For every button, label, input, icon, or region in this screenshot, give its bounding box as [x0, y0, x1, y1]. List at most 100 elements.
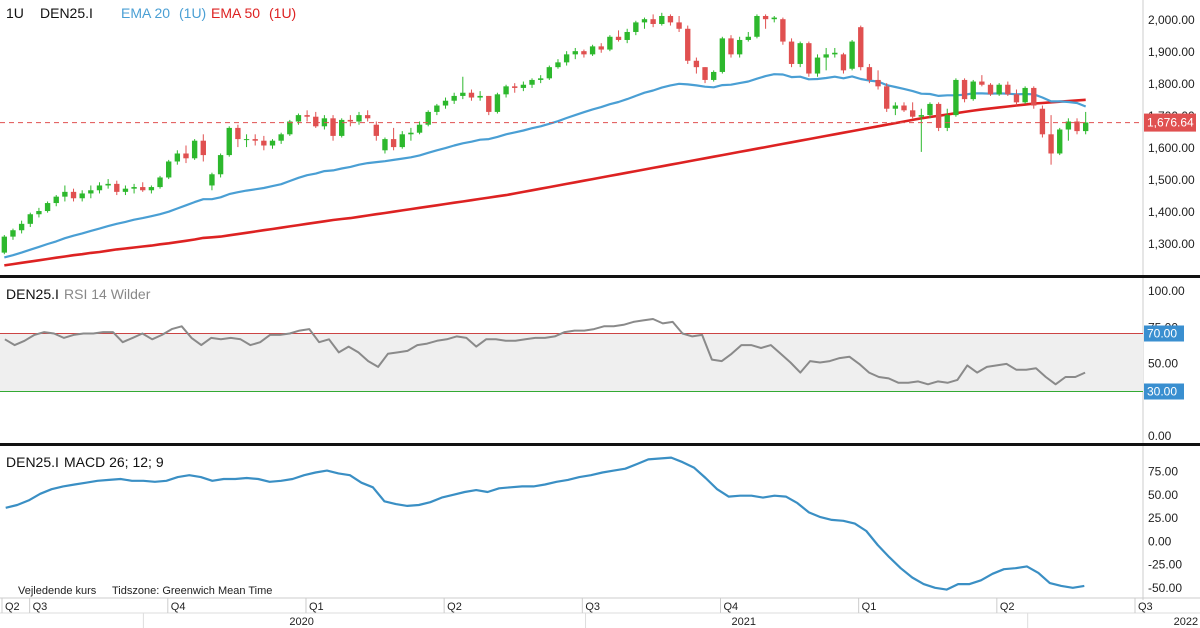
pane-divider-2[interactable]	[0, 443, 1200, 446]
candle-body	[166, 161, 172, 178]
candle-body	[529, 79, 535, 85]
rsi-indicator-label[interactable]: RSI 14 Wilder	[64, 286, 151, 302]
candle-body	[1022, 87, 1028, 103]
candle-body	[512, 86, 518, 88]
candle	[1, 235, 8, 255]
price-tick-label: 1,300.00	[1148, 237, 1195, 251]
quarter-label: Q2	[447, 601, 462, 613]
year-label: 2020	[289, 616, 313, 628]
candle-body	[823, 54, 829, 58]
candle-body	[88, 190, 94, 194]
candle-body	[1005, 84, 1011, 95]
quarter-label: Q3	[33, 601, 48, 613]
stock-chart[interactable]: 2,000.001,900.001,800.001,700.001,600.00…	[0, 0, 1200, 628]
candle-body	[754, 15, 760, 37]
candle-body	[667, 15, 674, 23]
macd-tick-label: 75.00	[1148, 465, 1178, 479]
rsi-level-label: 70.00	[1147, 327, 1177, 341]
pane-divider-1[interactable]	[0, 275, 1200, 278]
candle	[44, 201, 51, 213]
ema50-legend-label[interactable]: EMA 50	[211, 5, 260, 21]
candle-body	[62, 191, 68, 197]
candle-body	[442, 100, 449, 106]
candle-body	[200, 140, 206, 156]
candle-body	[875, 79, 881, 87]
quarter-label: Q3	[585, 601, 600, 613]
candle-body	[486, 95, 492, 112]
candle-body	[520, 84, 527, 88]
candle-body	[477, 95, 483, 98]
ema20-legend-label[interactable]: EMA 20	[121, 5, 170, 21]
candle-body	[434, 105, 440, 112]
candle-body	[131, 187, 137, 189]
rsi-level-label: 30.00	[1147, 385, 1177, 399]
candle-body	[261, 140, 267, 146]
candle-body	[373, 124, 379, 136]
macd-indicator-label[interactable]: MACD 26; 12; 9	[64, 454, 164, 470]
interval-label[interactable]: 1U	[6, 5, 24, 21]
candle	[1057, 127, 1063, 156]
candle-body	[174, 153, 181, 162]
candle-body	[53, 196, 59, 204]
candle	[719, 36, 726, 74]
candle-body	[581, 51, 587, 55]
candle-body	[996, 84, 1002, 95]
price-tick-label: 1,800.00	[1148, 77, 1195, 91]
candle-body	[563, 54, 570, 63]
candle-body	[96, 185, 103, 191]
candle-body	[27, 214, 33, 224]
quarter-label: Q4	[171, 601, 186, 613]
rsi-tick-label: 0.00	[1148, 429, 1172, 443]
candle-body	[70, 191, 77, 199]
candle-body	[140, 187, 146, 191]
candle-body	[226, 127, 232, 156]
candle-body	[598, 46, 604, 50]
price-tick-label: 1,400.00	[1148, 205, 1195, 219]
ema50-legend-interval[interactable]: (1U)	[269, 5, 296, 21]
candle	[1022, 86, 1028, 104]
candle-body	[771, 17, 777, 20]
candle-body	[806, 43, 812, 74]
candle-body	[987, 84, 994, 95]
candle	[339, 118, 345, 138]
candle-body	[269, 140, 276, 146]
candle-body	[217, 155, 224, 175]
macd-tick-label: 50.00	[1148, 488, 1178, 502]
price-tick-label: 1,500.00	[1148, 173, 1195, 187]
candle-body	[399, 134, 405, 148]
rsi-neutral-band	[0, 333, 1143, 392]
candle-body	[157, 177, 163, 188]
candle	[987, 83, 994, 96]
footer-note-indicative-price: Vejledende kurs	[18, 585, 97, 597]
ema20-legend-interval[interactable]: (1U)	[179, 5, 206, 21]
symbol-label[interactable]: DEN25.I	[40, 5, 93, 21]
candle	[849, 39, 855, 71]
candle	[1031, 86, 1037, 109]
macd-tick-label: -50.00	[1148, 581, 1182, 595]
candle-body	[1039, 108, 1046, 135]
candle-body	[944, 115, 950, 128]
candle-body	[961, 79, 968, 100]
candle	[546, 65, 553, 80]
candle-body	[356, 115, 362, 122]
candle-body	[624, 31, 630, 40]
candle-body	[641, 19, 648, 23]
candle-body	[1048, 134, 1054, 154]
footer-note-timezone: Tidszone: Greenwich Mean Time	[112, 585, 272, 597]
candle-body	[191, 140, 198, 159]
candle	[494, 92, 501, 114]
candle-body	[183, 153, 189, 159]
candle	[589, 44, 596, 56]
candle-body	[313, 116, 319, 127]
candle-body	[685, 28, 691, 61]
candle-body	[849, 41, 855, 69]
candle-body	[555, 62, 561, 68]
candle-body	[295, 115, 302, 122]
candle-body	[719, 38, 726, 72]
rsi-symbol-label[interactable]: DEN25.I	[6, 286, 59, 302]
macd-symbol-label[interactable]: DEN25.I	[6, 454, 59, 470]
candle-body	[252, 139, 258, 141]
candle-body	[745, 36, 751, 40]
candle	[607, 35, 613, 52]
candle-body	[105, 183, 111, 186]
